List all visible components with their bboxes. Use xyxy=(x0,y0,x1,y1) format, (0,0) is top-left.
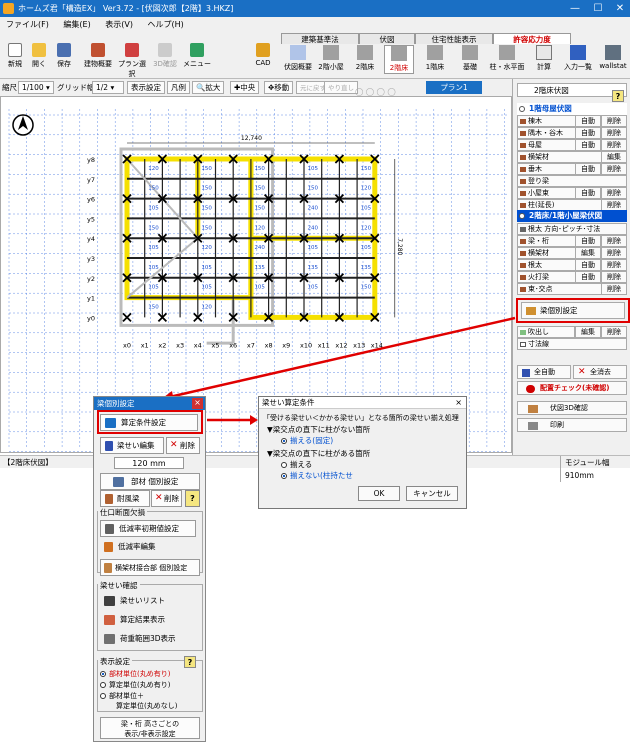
wind-beam-icon xyxy=(105,494,113,504)
beam-help-button[interactable]: ? xyxy=(185,490,200,507)
notch-section-label: 仕口断面欠損 xyxy=(98,507,147,518)
load-range-3d-button[interactable]: 荷重範囲3D表示 xyxy=(100,631,196,648)
dialog-title: 梁せい算定条件 xyxy=(259,397,466,409)
reduction-edit-icon xyxy=(104,542,113,552)
member-setting-button[interactable]: 部材 個別設定 xyxy=(100,473,200,490)
beam-list-button[interactable]: 梁せいリスト xyxy=(100,593,196,610)
option-member-calc-line2: 算定単位(丸めなし) xyxy=(116,702,178,710)
beam-height-edit-button[interactable]: 梁せい編集 xyxy=(100,437,164,454)
list-icon xyxy=(104,596,115,606)
joint-setting-button[interactable]: 横架材接合部 個別設定 xyxy=(100,559,200,576)
height-visibility-button[interactable]: 梁・桁 高さごとの 表示/非表示設定 xyxy=(100,717,200,739)
option-calc-rounded[interactable]: 算定単位(丸め有り) xyxy=(100,680,170,690)
calc-result-button[interactable]: 算定結果表示 xyxy=(100,612,196,629)
beam-height-delete-button[interactable]: ✕ 削除 xyxy=(166,437,200,454)
case-with-column-label: ▼梁交点の直下に柱がある箇所 xyxy=(267,449,371,458)
case-no-column-label: ▼梁交点の直下に柱がない箇所 xyxy=(267,425,371,434)
option-member-calc[interactable]: 部材単位＋ xyxy=(100,691,144,701)
beam-panel-close-button[interactable]: × xyxy=(192,398,203,409)
wind-beam-button[interactable]: 耐風梁 xyxy=(100,490,150,507)
beam-size-field[interactable]: 120 mm xyxy=(114,457,184,469)
dialog-close-button[interactable]: × xyxy=(455,398,462,407)
beam-condition-dialog: 梁せい算定条件 × 「受ける梁せい＜かかる梁せい」となる箇所の梁せい揃え処理 ▼… xyxy=(258,396,467,509)
beam-setting-panel: 梁個別設定 × 算定条件設定 梁せい編集 ✕ 削除 120 mm 部材 個別設定 … xyxy=(93,396,206,742)
case1-option-align[interactable]: 揃える(固定) xyxy=(281,435,333,446)
dialog-description: 「受ける梁せい＜かかる梁せい」となる箇所の梁せい揃え処理 xyxy=(263,414,459,422)
delete-icon: ✕ xyxy=(170,440,178,450)
reduction-edit-button[interactable]: 低減率編集 xyxy=(100,539,196,556)
arrow-line-1 xyxy=(164,316,516,400)
display-help-button[interactable]: ? xyxy=(184,656,196,668)
load-3d-icon xyxy=(104,634,115,644)
wind-beam-delete-button[interactable]: ✕ 削除 xyxy=(151,490,182,507)
reduction-initial-button[interactable]: 低減率初期値設定 xyxy=(100,520,196,537)
member-icon xyxy=(113,477,124,487)
delete-icon: ✕ xyxy=(155,493,163,503)
dialog-ok-button[interactable]: OK xyxy=(358,486,400,501)
case2-option-align[interactable]: 揃える xyxy=(281,459,312,470)
joint-icon xyxy=(104,563,112,573)
beam-panel-title: 梁個別設定 xyxy=(94,397,205,410)
case2-option-no-align[interactable]: 揃えない(柱持たせ xyxy=(281,470,353,481)
arrow-head-2 xyxy=(250,415,258,425)
result-icon xyxy=(104,615,115,625)
highlight-calc-condition xyxy=(97,410,203,434)
option-member-rounded[interactable]: 部材単位(丸め有り) xyxy=(100,669,170,679)
check-section-label: 梁せい確認 xyxy=(98,580,140,591)
beam-edit-icon xyxy=(105,441,113,451)
dialog-cancel-button[interactable]: キャンセル xyxy=(406,486,458,501)
display-section-label: 表示設定 xyxy=(98,656,132,667)
reduction-icon xyxy=(105,524,114,534)
